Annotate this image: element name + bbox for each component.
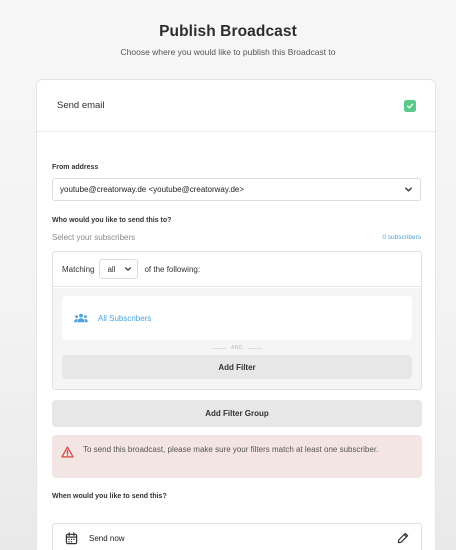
subscriber-count-link[interactable]: 0 subscribers xyxy=(382,234,421,241)
pencil-icon[interactable] xyxy=(397,532,409,544)
filter-item-all-subscribers[interactable]: All Subscribers xyxy=(62,296,412,340)
and-divider: AND xyxy=(53,344,421,352)
from-address-select[interactable]: youtube@creatorway.de <youtube@creatorwa… xyxy=(52,178,421,201)
and-label: AND xyxy=(230,345,244,351)
send-email-header[interactable]: Send email xyxy=(37,80,435,132)
add-filter-group-button[interactable]: Add Filter Group xyxy=(52,400,422,427)
send-now-label: Send now xyxy=(89,533,125,543)
warning-triangle-icon xyxy=(61,446,74,458)
send-now-option[interactable]: Send now xyxy=(52,523,422,550)
send-email-checkbox[interactable] xyxy=(404,99,416,112)
add-filter-button[interactable]: Add Filter xyxy=(62,355,412,379)
from-address-value: youtube@creatorway.de <youtube@creatorwa… xyxy=(60,185,245,194)
chevron-down-icon xyxy=(404,185,413,194)
calendar-icon xyxy=(65,531,78,545)
check-icon xyxy=(406,103,414,108)
select-subscribers-label: Select your subscribers xyxy=(52,233,136,242)
from-address-label: From address xyxy=(52,164,99,171)
warning-text: To send this broadcast, please make sure… xyxy=(83,445,379,454)
filter-group: All Subscribers AND Add Filter xyxy=(53,288,421,389)
users-icon xyxy=(74,313,88,323)
recipients-question: Who would you like to send this to? xyxy=(52,217,172,224)
page-subtitle: Choose where you would like to publish t… xyxy=(120,47,336,57)
matching-select[interactable]: all xyxy=(99,259,139,279)
filter-panel: Matching all of the following: All Subsc… xyxy=(52,251,422,390)
filter-warning-alert: To send this broadcast, please make sure… xyxy=(52,435,422,478)
publish-card: Send email From address youtube@creatorw… xyxy=(36,79,436,550)
send-email-label: Send email xyxy=(57,100,105,111)
matching-suffix: of the following: xyxy=(144,264,201,274)
matching-value: all xyxy=(107,264,116,274)
chevron-down-icon xyxy=(124,265,132,273)
page-title: Publish Broadcast xyxy=(159,23,297,40)
filter-item-label: All Subscribers xyxy=(98,313,152,323)
matching-prefix: Matching xyxy=(62,264,95,274)
matching-row: Matching all of the following: xyxy=(53,252,421,287)
schedule-question: When would you like to send this? xyxy=(52,493,167,500)
